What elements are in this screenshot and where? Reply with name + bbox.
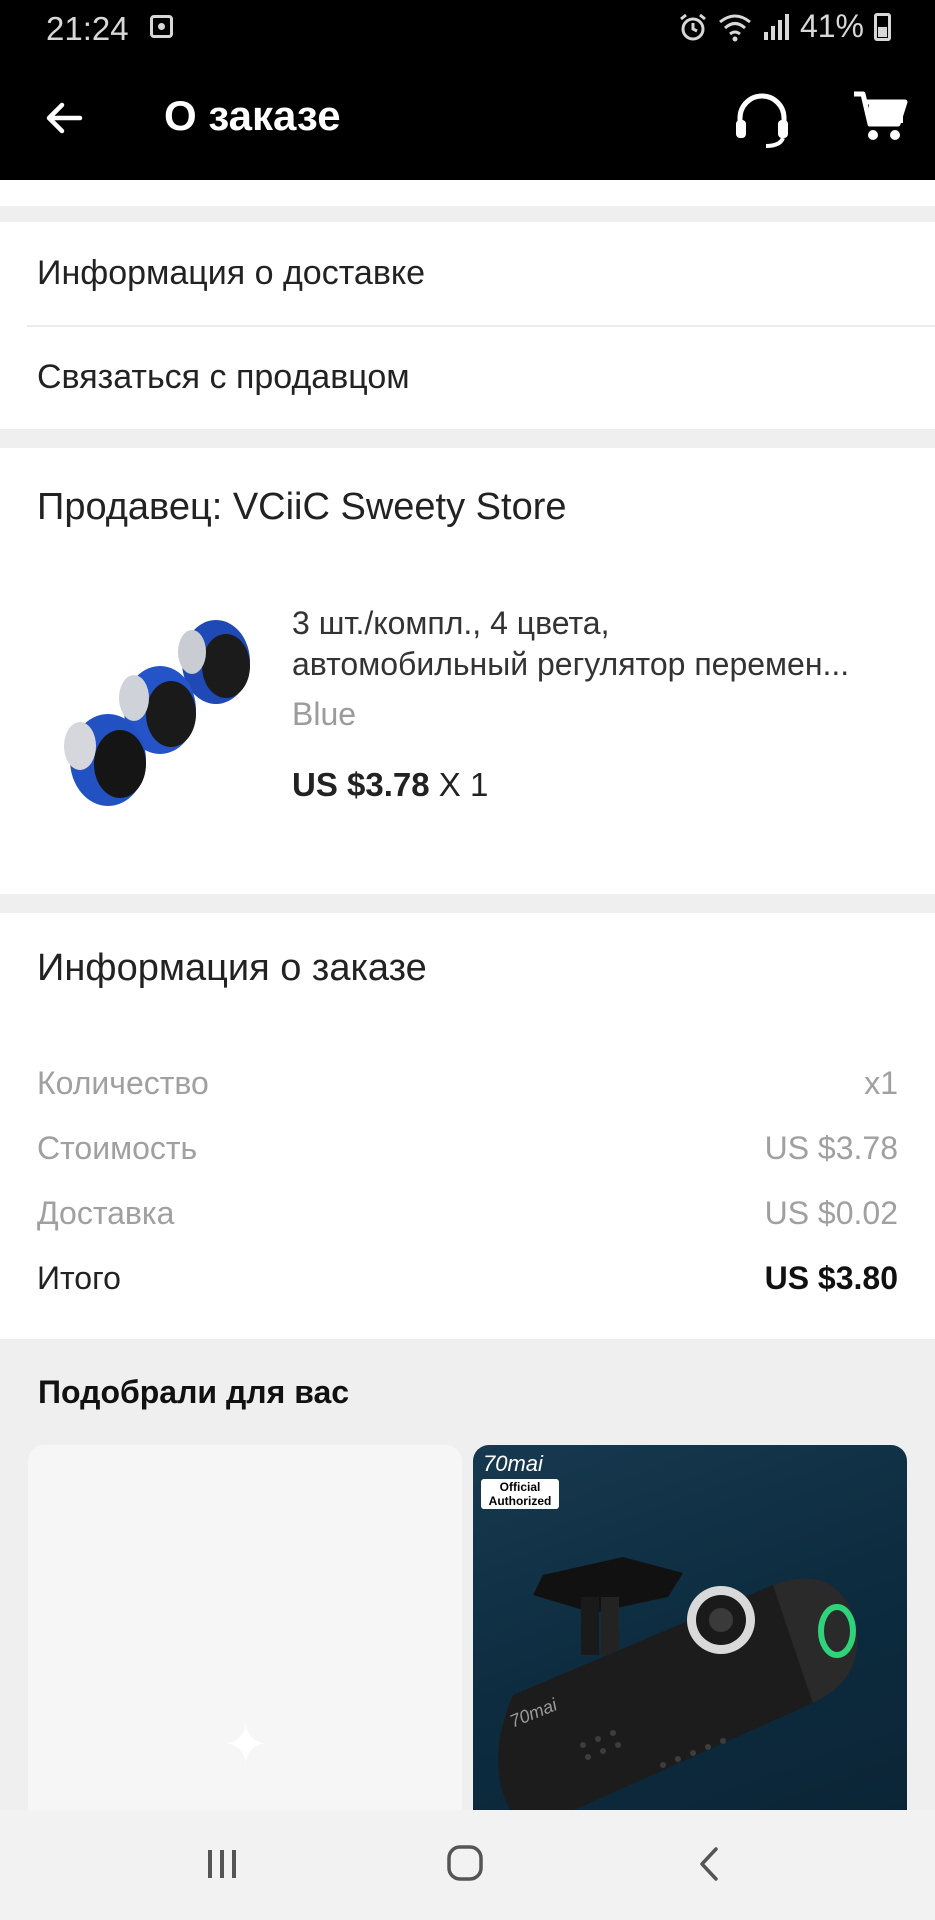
product-variant: Blue [292, 696, 357, 732]
seller-name[interactable]: Продавец: VCiiC Sweety Store [37, 486, 567, 529]
battery-percent: 41% [799, 8, 864, 44]
recommendation-card[interactable]: 70mai Official Authorized 70mai [473, 1445, 907, 1815]
order-total-value: US $3.80 [764, 1260, 898, 1296]
order-row-total: Итого US $3.80 [37, 1260, 898, 1304]
recommendation-card[interactable]: ✦ [28, 1445, 462, 1815]
delivery-info-label: Информация о доставке [37, 254, 426, 292]
status-time: 21:24 [46, 10, 129, 47]
battery-icon [874, 12, 891, 41]
image-placeholder-icon: ✦ [223, 1715, 269, 1775]
links-card: Информация о доставке Связаться с продав… [0, 222, 935, 429]
delivery-info-link[interactable]: Информация о доставке [0, 222, 935, 325]
product-price: US $3.78 [292, 766, 430, 803]
contact-seller-label: Связаться с продавцом [37, 358, 410, 396]
official-authorized-badge: Official Authorized [481, 1479, 559, 1509]
product-price-line: US $3.78 X 1 [292, 766, 488, 804]
signal-icon [763, 13, 789, 40]
order-info-card: Информация о заказе Количество x1 Стоимо… [0, 913, 935, 1339]
previous-section-edge [0, 180, 935, 206]
page-title: О заказе [164, 92, 341, 139]
order-row-label: Количество [37, 1065, 209, 1101]
brand-logo: 70mai [483, 1451, 543, 1476]
product-title[interactable]: 3 шт./компл., 4 цвета, автомобильный рег… [292, 603, 912, 685]
product-image[interactable] [50, 594, 270, 834]
order-row-value: US $0.02 [764, 1195, 898, 1231]
product-quantity: X 1 [438, 766, 489, 803]
order-row-shipping: Доставка US $0.02 [37, 1195, 898, 1239]
system-back-button[interactable] [694, 1844, 724, 1884]
back-button[interactable] [40, 94, 88, 142]
system-nav-bar [0, 1810, 935, 1920]
support-headset-button[interactable] [730, 86, 794, 150]
order-row-value: US $3.78 [764, 1130, 898, 1166]
screenshot-notification-icon [150, 15, 173, 38]
order-row-quantity: Количество x1 [37, 1065, 898, 1109]
cart-button[interactable] [850, 86, 910, 146]
status-bar: 21:24 41% [0, 0, 935, 56]
order-row-label: Доставка [37, 1195, 175, 1231]
recent-apps-button[interactable] [204, 1846, 240, 1882]
badge-line2: Authorized [488, 1494, 552, 1508]
order-row-label: Итого [37, 1260, 121, 1296]
contact-seller-link[interactable]: Связаться с продавцом [0, 326, 935, 429]
app-bar: О заказе [0, 56, 935, 180]
product-title-line2: автомобильный регулятор перемен... [292, 646, 850, 682]
badge-line1: Official [499, 1480, 541, 1494]
recommendations-title: Подобрали для вас [38, 1374, 350, 1410]
order-row-label: Стоимость [37, 1130, 198, 1166]
status-icons: 41% [678, 8, 891, 45]
order-row-value: x1 [864, 1065, 898, 1101]
seller-card: Продавец: VCiiC Sweety Store 3 шт./компл… [0, 448, 935, 894]
wifi-icon [719, 14, 751, 41]
alarm-icon [680, 13, 706, 40]
product-title-line1: 3 шт./компл., 4 цвета, [292, 605, 610, 641]
home-button[interactable] [446, 1844, 484, 1882]
order-row-cost: Стоимость US $3.78 [37, 1130, 898, 1174]
order-info-title: Информация о заказе [37, 947, 427, 989]
